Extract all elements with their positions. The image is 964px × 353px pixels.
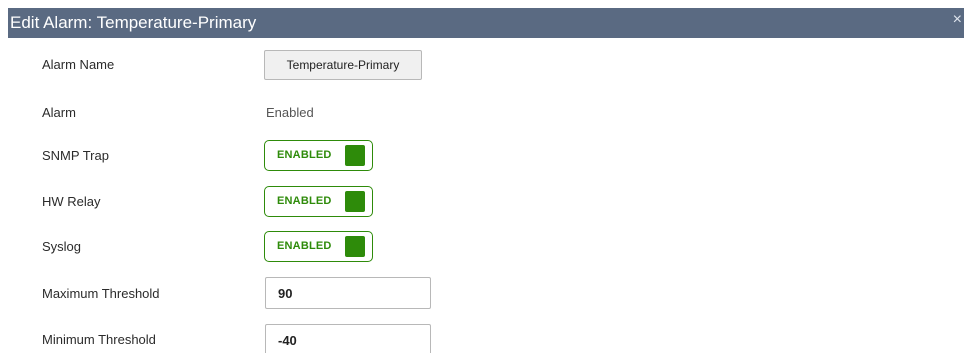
alarm-row: Alarm Enabled [0,97,964,133]
syslog-toggle-label: ENABLED [277,240,332,252]
alarm-name-row: Alarm Name Temperature-Primary [0,50,964,86]
hw-relay-toggle[interactable]: ENABLED [264,186,373,217]
syslog-label: Syslog [42,239,82,254]
syslog-toggle[interactable]: ENABLED [264,231,373,262]
snmp-trap-label: SNMP Trap [42,148,109,163]
syslog-toggle-knob [345,236,365,257]
snmp-trap-row: SNMP Trap ENABLED [0,140,964,176]
close-icon[interactable]: × [953,11,962,29]
snmp-trap-toggle-knob [345,145,365,166]
hw-relay-toggle-label: ENABLED [277,195,332,207]
hw-relay-row: HW Relay ENABLED [0,186,964,222]
dialog-title: Edit Alarm: Temperature-Primary [10,13,257,32]
max-threshold-input[interactable] [265,277,431,309]
min-threshold-row: Minimum Threshold [0,324,964,353]
min-threshold-input[interactable] [265,324,431,353]
hw-relay-toggle-knob [345,191,365,212]
alarm-label: Alarm [42,105,76,120]
alarm-status-value: Enabled [266,105,314,120]
max-threshold-label: Maximum Threshold [42,286,160,301]
snmp-trap-toggle-label: ENABLED [277,149,332,161]
hw-relay-label: HW Relay [42,194,101,209]
alarm-name-field: Temperature-Primary [264,50,422,80]
alarm-name-label: Alarm Name [42,57,115,72]
max-threshold-row: Maximum Threshold [0,277,964,313]
edit-alarm-dialog: Edit Alarm: Temperature-Primary × Alarm … [0,0,964,353]
min-threshold-label: Minimum Threshold [42,332,156,347]
snmp-trap-toggle[interactable]: ENABLED [264,140,373,171]
syslog-row: Syslog ENABLED [0,231,964,267]
dialog-title-bar: Edit Alarm: Temperature-Primary × [8,8,964,38]
